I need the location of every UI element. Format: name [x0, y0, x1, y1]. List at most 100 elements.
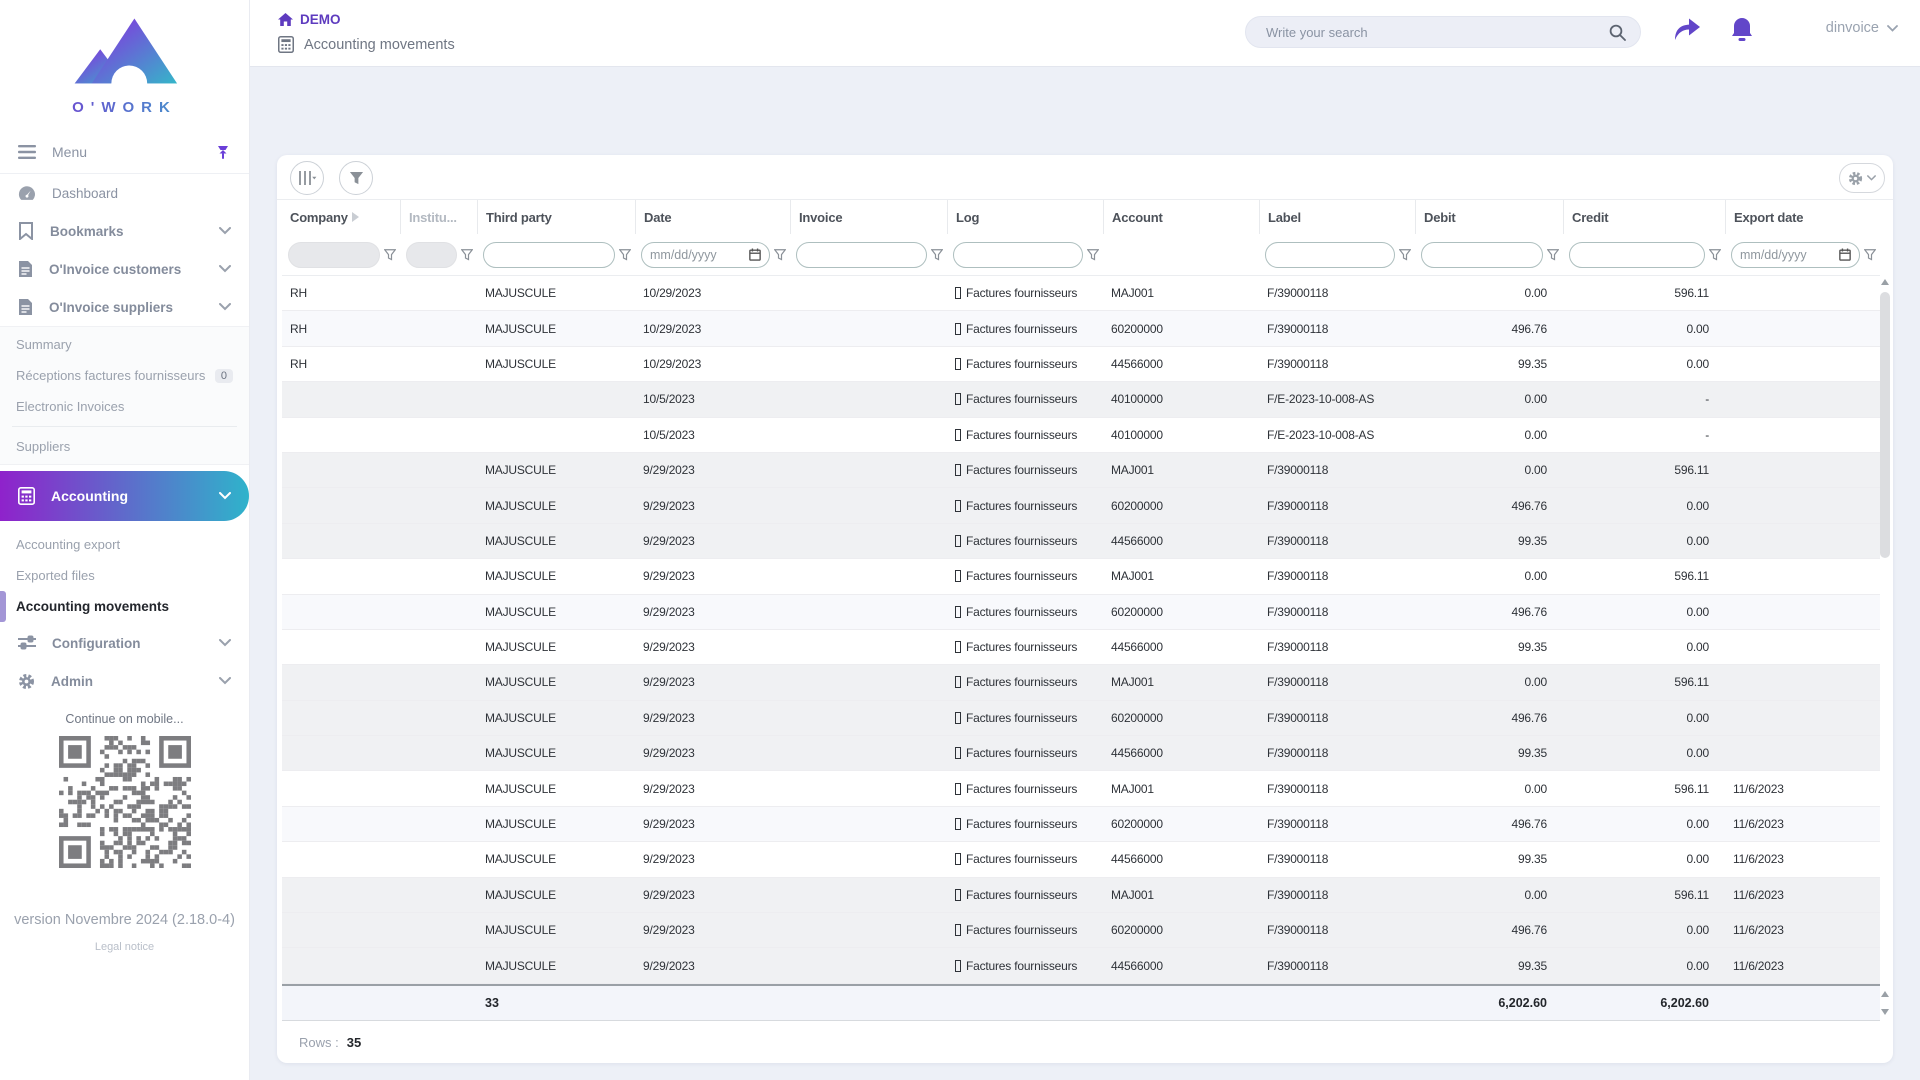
table-row[interactable]: MAJUSCULE 9/29/2023 Factures fournisseur… — [282, 878, 1880, 913]
vertical-scrollbar[interactable] — [1879, 276, 1891, 1021]
log-glyph-icon — [955, 570, 961, 582]
col-header-account[interactable]: Account — [1103, 200, 1259, 234]
submenu-item-summary[interactable]: Summary — [0, 329, 249, 360]
funnel-icon[interactable] — [461, 249, 473, 261]
share-icon[interactable] — [1672, 16, 1702, 42]
table-row[interactable]: RH MAJUSCULE 10/29/2023 Factures fournis… — [282, 347, 1880, 382]
calendar-icon[interactable] — [1839, 248, 1851, 261]
cell-credit: 596.11 — [1563, 286, 1725, 300]
cell-label: F/39000118 — [1259, 852, 1415, 866]
table-row[interactable]: MAJUSCULE 9/29/2023 Factures fournisseur… — [282, 913, 1880, 948]
col-header-company[interactable]: Company — [282, 200, 400, 234]
cell-credit: 596.11 — [1563, 675, 1725, 689]
search-bar[interactable] — [1245, 16, 1641, 48]
funnel-icon[interactable] — [1547, 249, 1559, 261]
table-row[interactable]: MAJUSCULE 9/29/2023 Factures fournisseur… — [282, 453, 1880, 488]
scroll-up-arrow-icon[interactable] — [1881, 991, 1889, 997]
table-row[interactable]: MAJUSCULE 9/29/2023 Factures fournisseur… — [282, 559, 1880, 594]
funnel-icon[interactable] — [931, 249, 943, 261]
label-filter-input[interactable] — [1274, 248, 1386, 262]
funnel-icon[interactable] — [1087, 249, 1099, 261]
mobile-promo: Continue on mobile... — [0, 712, 249, 873]
scroll-up-arrow-icon[interactable] — [1881, 279, 1889, 285]
table-row[interactable]: 10/5/2023 Factures fournisseurs 40100000… — [282, 382, 1880, 417]
search-icon[interactable] — [1609, 24, 1626, 41]
sidebar-item-oinvoice-suppliers[interactable]: O'Invoice suppliers — [0, 288, 249, 326]
submenu-item-accounting-movements[interactable]: Accounting movements — [0, 591, 249, 622]
table-row[interactable]: MAJUSCULE 9/29/2023 Factures fournisseur… — [282, 736, 1880, 771]
table-row[interactable]: MAJUSCULE 9/29/2023 Factures fournisseur… — [282, 948, 1880, 983]
credit-filter-input[interactable] — [1578, 248, 1696, 262]
submenu-item-electronic-invoices[interactable]: Electronic Invoices — [0, 391, 249, 422]
debit-filter-input[interactable] — [1430, 248, 1534, 262]
table-row[interactable]: MAJUSCULE 9/29/2023 Factures fournisseur… — [282, 665, 1880, 700]
col-header-credit[interactable]: Credit — [1563, 200, 1725, 234]
notifications-bell-icon[interactable] — [1730, 16, 1754, 44]
table-row[interactable]: MAJUSCULE 9/29/2023 Factures fournisseur… — [282, 630, 1880, 665]
filter-button[interactable] — [339, 161, 373, 195]
breadcrumb[interactable]: DEMO — [278, 12, 341, 27]
log-filter-input[interactable] — [962, 248, 1074, 262]
col-header-label[interactable]: Label — [1259, 200, 1415, 234]
grid-settings-button[interactable] — [1839, 163, 1885, 193]
legal-notice-link[interactable]: Legal notice — [0, 941, 249, 953]
table-row[interactable]: MAJUSCULE 9/29/2023 Factures fournisseur… — [282, 842, 1880, 877]
table-row[interactable]: MAJUSCULE 9/29/2023 Factures fournisseur… — [282, 524, 1880, 559]
funnel-icon[interactable] — [619, 249, 631, 261]
col-header-date[interactable]: Date — [635, 200, 790, 234]
chevron-down-icon — [1867, 175, 1876, 181]
table-row[interactable]: MAJUSCULE 9/29/2023 Factures fournisseur… — [282, 701, 1880, 736]
table-row[interactable]: RH MAJUSCULE 10/29/2023 Factures fournis… — [282, 311, 1880, 346]
sidebar-item-bookmarks[interactable]: Bookmarks — [0, 212, 249, 250]
cell-log: Factures fournisseurs — [947, 959, 1103, 973]
dashboard-label: Dashboard — [52, 186, 231, 201]
search-input[interactable] — [1266, 25, 1609, 40]
pin-icon[interactable] — [215, 144, 231, 160]
sliders-icon — [18, 635, 36, 651]
table-row[interactable]: MAJUSCULE 9/29/2023 Factures fournisseur… — [282, 488, 1880, 523]
col-header-debit[interactable]: Debit — [1415, 200, 1563, 234]
col-header-export-date[interactable]: Export date — [1725, 200, 1880, 234]
col-header-log[interactable]: Log — [947, 200, 1103, 234]
third-party-filter-input[interactable] — [492, 248, 606, 262]
funnel-icon[interactable] — [384, 249, 396, 261]
submenu-item-exported-files[interactable]: Exported files — [0, 560, 249, 591]
date-filter-input[interactable]: mm/dd/yyyy — [641, 242, 770, 268]
table-row[interactable]: MAJUSCULE 9/29/2023 Factures fournisseur… — [282, 771, 1880, 806]
table-row[interactable]: MAJUSCULE 9/29/2023 Factures fournisseur… — [282, 595, 1880, 630]
cell-debit: 496.76 — [1415, 923, 1563, 937]
funnel-icon[interactable] — [1864, 249, 1876, 261]
sidebar-item-admin[interactable]: Admin — [0, 662, 249, 700]
funnel-icon[interactable] — [1399, 249, 1411, 261]
grid-rows: RH MAJUSCULE 10/29/2023 Factures fournis… — [282, 276, 1880, 984]
sidebar-menu-toggle[interactable]: Menu — [0, 130, 249, 174]
table-row[interactable]: RH MAJUSCULE 10/29/2023 Factures fournis… — [282, 276, 1880, 311]
table-row[interactable]: MAJUSCULE 9/29/2023 Factures fournisseur… — [282, 807, 1880, 842]
invoice-filter-input[interactable] — [805, 248, 918, 262]
cell-account: 44566000 — [1103, 746, 1259, 760]
cell-log: Factures fournisseurs — [947, 675, 1103, 689]
scrollbar-thumb[interactable] — [1880, 292, 1890, 558]
funnel-icon[interactable] — [1709, 249, 1721, 261]
sidebar-item-accounting[interactable]: Accounting — [0, 471, 249, 521]
col-header-institution[interactable]: Institu... — [400, 200, 477, 234]
user-menu[interactable]: dinvoice — [1826, 20, 1898, 36]
table-row[interactable]: 10/5/2023 Factures fournisseurs 40100000… — [282, 418, 1880, 453]
sidebar-item-configuration[interactable]: Configuration — [0, 624, 249, 662]
col-header-third-party[interactable]: Third party — [477, 200, 635, 234]
submenu-item-receptions[interactable]: Réceptions factures fournisseurs 0 — [0, 360, 249, 391]
columns-button[interactable] — [290, 161, 324, 195]
expand-column-group-icon[interactable] — [352, 212, 359, 222]
sidebar-item-dashboard[interactable]: Dashboard — [0, 174, 249, 212]
export-date-filter-input[interactable]: mm/dd/yyyy — [1731, 242, 1860, 268]
company-filter-input — [288, 242, 380, 268]
col-header-invoice[interactable]: Invoice — [790, 200, 947, 234]
sidebar-item-oinvoice-customers[interactable]: O'Invoice customers — [0, 250, 249, 288]
calendar-icon[interactable] — [749, 248, 761, 261]
cell-third-party: MAJUSCULE — [477, 357, 635, 371]
continue-on-mobile-label: Continue on mobile... — [0, 712, 249, 726]
submenu-item-suppliers[interactable]: Suppliers — [0, 431, 249, 462]
scroll-down-arrow-icon[interactable] — [1881, 1009, 1889, 1015]
funnel-icon[interactable] — [774, 249, 786, 261]
submenu-item-accounting-export[interactable]: Accounting export — [0, 529, 249, 560]
